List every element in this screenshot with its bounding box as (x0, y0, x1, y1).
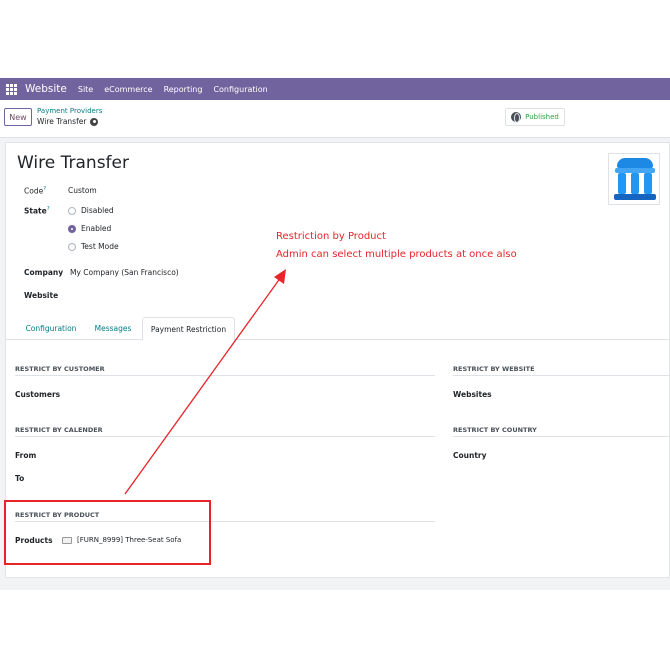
company-value[interactable]: My Company (San Francisco) (70, 268, 179, 277)
restrict-website-heading: RESTRICT BY WEBSITE (453, 365, 535, 373)
state-radio-enabled[interactable]: Enabled (68, 224, 111, 233)
globe-icon (511, 112, 522, 123)
code-label: Code? (24, 186, 47, 196)
restrict-customer-heading: RESTRICT BY CUSTOMER (15, 365, 105, 373)
code-help-mark[interactable]: ? (43, 186, 46, 192)
gear-icon[interactable] (90, 117, 99, 126)
divider (15, 521, 435, 522)
breadcrumb-current: Wire Transfer (37, 117, 99, 126)
radio-circle-selected[interactable] (68, 224, 76, 233)
restrict-product-heading: RESTRICT BY PRODUCT (15, 511, 100, 519)
state-label: State? (24, 206, 50, 216)
products-label: Products (15, 536, 53, 545)
nav-brand-website[interactable]: Website (25, 83, 67, 95)
restrict-country-heading: RESTRICT BY COUNTRY (453, 426, 537, 434)
record-title[interactable]: Wire Transfer (17, 153, 129, 173)
form-sheet: Wire Transfer Code? Custom State? Disabl… (5, 142, 670, 578)
breadcrumb-current-label: Wire Transfer (37, 117, 87, 126)
nav-item-reporting[interactable]: Reporting (164, 85, 203, 94)
state-help-mark[interactable]: ? (47, 206, 50, 212)
radio-circle[interactable] (68, 206, 76, 215)
radio-circle[interactable] (68, 242, 76, 251)
new-button[interactable]: New (4, 108, 32, 126)
tab-payment-restriction[interactable]: Payment Restriction (142, 317, 235, 341)
state-radio-test-mode[interactable]: Test Mode (68, 242, 119, 251)
nav-item-configuration[interactable]: Configuration (213, 85, 267, 94)
website-label: Website (24, 291, 59, 300)
websites-label: Websites (453, 390, 492, 399)
annotation-line-2: Admin can select multiple products at on… (276, 249, 517, 260)
tab-messages[interactable]: Messages (89, 317, 137, 340)
divider (453, 436, 669, 437)
top-navbar: Website Site eCommerce Reporting Configu… (0, 78, 670, 100)
from-label: From (15, 451, 37, 460)
bank-icon (614, 158, 656, 200)
annotation-line-1: Restriction by Product (276, 231, 386, 242)
state-option-label: Disabled (81, 206, 114, 215)
code-value[interactable]: Custom (68, 186, 97, 195)
to-label: To (15, 474, 25, 483)
provider-logo[interactable] (608, 153, 660, 205)
image-placeholder-icon (62, 536, 72, 544)
company-label: Company (24, 268, 64, 277)
form-tabs: Configuration Messages Payment Restricti… (6, 317, 669, 341)
nav-item-site[interactable]: Site (78, 85, 93, 94)
published-button[interactable]: Published (505, 108, 565, 126)
customers-label: Customers (15, 390, 61, 399)
breadcrumb-parent[interactable]: Payment Providers (37, 107, 102, 115)
published-label: Published (525, 113, 559, 121)
divider (15, 436, 435, 437)
product-tag-label: [FURN_8999] Three-Seat Sofa (77, 536, 182, 544)
divider (15, 375, 435, 376)
apps-grid-icon[interactable] (6, 83, 17, 95)
tab-configuration[interactable]: Configuration (19, 317, 83, 340)
state-radio-disabled[interactable]: Disabled (68, 206, 114, 215)
state-option-label: Enabled (81, 224, 112, 233)
control-panel: New Payment Providers Wire Transfer Publ… (0, 100, 670, 138)
restrict-calendar-heading: RESTRICT BY CALENDER (15, 426, 103, 434)
product-tag[interactable]: [FURN_8999] Three-Seat Sofa (62, 536, 181, 544)
country-label: Country (453, 451, 487, 460)
divider (453, 375, 669, 376)
nav-item-ecommerce[interactable]: eCommerce (104, 85, 152, 94)
state-option-label: Test Mode (81, 242, 119, 251)
